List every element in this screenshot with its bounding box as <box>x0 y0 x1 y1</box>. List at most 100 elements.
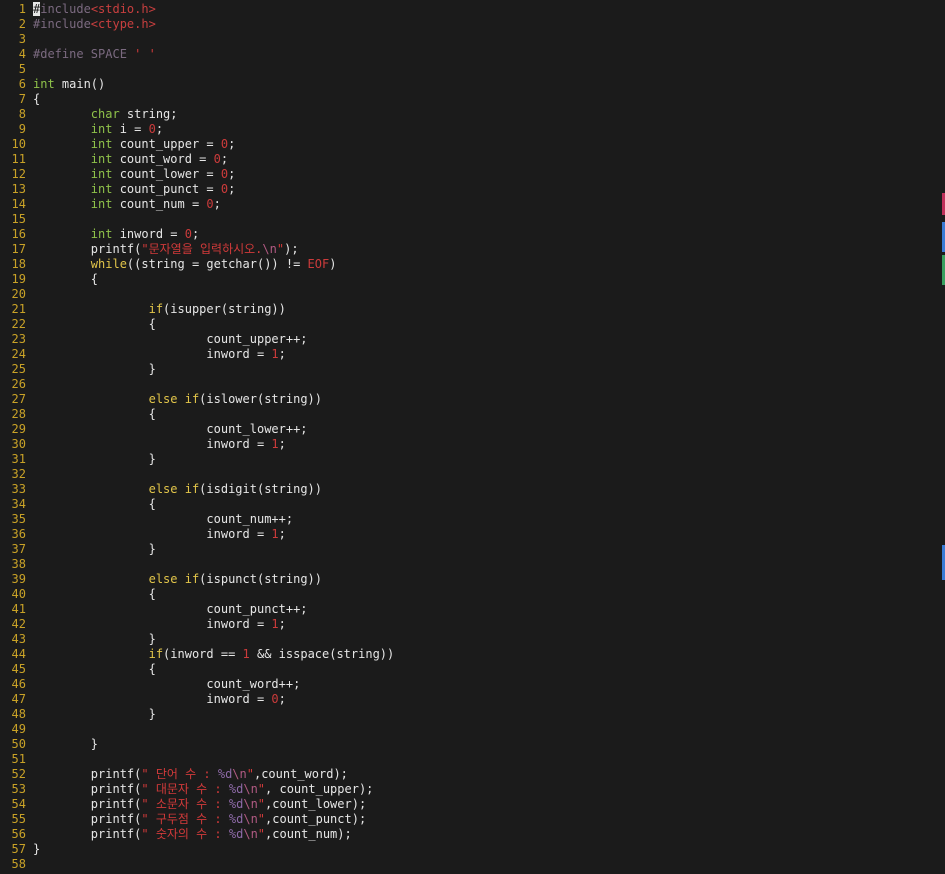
code-line[interactable]: 37 } <box>0 542 945 557</box>
line-code[interactable]: inword = 1; <box>33 527 286 541</box>
code-line[interactable]: 20 <box>0 287 945 302</box>
line-code[interactable]: else if(isdigit(string)) <box>33 482 322 496</box>
code-line[interactable]: 55 printf(" 구두점 수 : %d\n",count_punct); <box>0 812 945 827</box>
code-line[interactable]: 27 else if(islower(string)) <box>0 392 945 407</box>
code-line[interactable]: 17 printf("문자열을 입력하시오.\n"); <box>0 242 945 257</box>
line-code[interactable]: inword = 1; <box>33 437 286 451</box>
code-line[interactable]: 10 int count_upper = 0; <box>0 137 945 152</box>
line-code[interactable]: inword = 0; <box>33 692 286 706</box>
line-code[interactable]: printf(" 숫자의 수 : %d\n",count_num); <box>33 827 352 841</box>
code-line[interactable]: 43 } <box>0 632 945 647</box>
code-line[interactable]: 4 #define SPACE ' ' <box>0 47 945 62</box>
line-code[interactable]: inword = 1; <box>33 347 286 361</box>
line-code[interactable]: else if(islower(string)) <box>33 392 322 406</box>
code-line[interactable]: 7{ <box>0 92 945 107</box>
code-line[interactable]: 44 if(inword == 1 && isspace(string)) <box>0 647 945 662</box>
line-code[interactable]: if(inword == 1 && isspace(string)) <box>33 647 395 661</box>
line-code[interactable]: count_upper++; <box>33 332 307 346</box>
line-code[interactable]: count_word++; <box>33 677 300 691</box>
line-code[interactable]: { <box>33 92 40 106</box>
code-line[interactable]: 16 int inword = 0; <box>0 227 945 242</box>
line-code[interactable]: int inword = 0; <box>33 227 199 241</box>
code-line[interactable]: 11 int count_word = 0; <box>0 152 945 167</box>
line-code[interactable]: else if(ispunct(string)) <box>33 572 322 586</box>
code-line[interactable]: 18 while((string = getchar()) != EOF) <box>0 257 945 272</box>
line-code[interactable]: { <box>33 272 98 286</box>
line-code[interactable]: { <box>33 662 156 676</box>
code-line[interactable]: 39 else if(ispunct(string)) <box>0 572 945 587</box>
line-code[interactable]: } <box>33 542 156 556</box>
code-editor[interactable]: 1 #include<stdio.h> 2 #include<ctype.h> 3 4 #d… <box>0 2 945 872</box>
code-line[interactable]: 32 <box>0 467 945 482</box>
line-code[interactable]: } <box>33 842 40 856</box>
code-line[interactable]: 48 } <box>0 707 945 722</box>
line-code[interactable]: count_punct++; <box>33 602 307 616</box>
code-line[interactable]: 3 <box>0 32 945 47</box>
code-line[interactable]: 50 } <box>0 737 945 752</box>
line-code[interactable]: { <box>33 497 156 511</box>
code-line[interactable]: 14 int count_num = 0; <box>0 197 945 212</box>
code-line[interactable]: 13 int count_punct = 0; <box>0 182 945 197</box>
line-code[interactable]: #define SPACE ' ' <box>33 47 156 61</box>
code-line[interactable]: 52 printf(" 단어 수 : %d\n",count_word); <box>0 767 945 782</box>
line-code[interactable]: count_num++; <box>33 512 293 526</box>
code-line[interactable]: 12 int count_lower = 0; <box>0 167 945 182</box>
line-code[interactable]: int i = 0; <box>33 122 163 136</box>
line-code[interactable]: while((string = getchar()) != EOF) <box>33 257 337 271</box>
code-line[interactable]: 45 { <box>0 662 945 677</box>
code-line[interactable]: 25 } <box>0 362 945 377</box>
code-line[interactable]: 9 int i = 0; <box>0 122 945 137</box>
line-code[interactable]: int count_lower = 0; <box>33 167 236 181</box>
code-line[interactable]: 24 inword = 1; <box>0 347 945 362</box>
line-code[interactable]: #include<ctype.h> <box>33 17 156 31</box>
code-line[interactable]: 31 } <box>0 452 945 467</box>
code-line[interactable]: 57} <box>0 842 945 857</box>
line-code[interactable]: printf(" 대문자 수 : %d\n", count_upper); <box>33 782 374 796</box>
line-code[interactable]: { <box>33 587 156 601</box>
line-code[interactable]: printf("문자열을 입력하시오.\n"); <box>33 242 299 256</box>
code-line[interactable]: 19 { <box>0 272 945 287</box>
line-code[interactable]: } <box>33 362 156 376</box>
code-line[interactable]: 42 inword = 1; <box>0 617 945 632</box>
code-line[interactable]: 21 if(isupper(string)) <box>0 302 945 317</box>
line-code[interactable]: } <box>33 737 98 751</box>
line-code[interactable]: { <box>33 407 156 421</box>
line-code[interactable]: } <box>33 707 156 721</box>
code-line[interactable]: 49 <box>0 722 945 737</box>
code-line[interactable]: 47 inword = 0; <box>0 692 945 707</box>
code-line[interactable]: 6 int main() <box>0 77 945 92</box>
line-code[interactable]: int main() <box>33 77 105 91</box>
code-line[interactable]: 58 <box>0 857 945 872</box>
line-code[interactable]: printf(" 단어 수 : %d\n",count_word); <box>33 767 348 781</box>
code-line[interactable]: 51 <box>0 752 945 767</box>
code-line[interactable]: 1 #include<stdio.h> <box>0 2 945 17</box>
code-line[interactable]: 35 count_num++; <box>0 512 945 527</box>
line-code[interactable]: printf(" 소문자 수 : %d\n",count_lower); <box>33 797 366 811</box>
line-code[interactable]: int count_word = 0; <box>33 152 228 166</box>
code-line[interactable]: 23 count_upper++; <box>0 332 945 347</box>
code-line[interactable]: 56 printf(" 숫자의 수 : %d\n",count_num); <box>0 827 945 842</box>
code-line[interactable]: 2 #include<ctype.h> <box>0 17 945 32</box>
line-code[interactable]: } <box>33 632 156 646</box>
code-line[interactable]: 53 printf(" 대문자 수 : %d\n", count_upper); <box>0 782 945 797</box>
code-line[interactable]: 5 <box>0 62 945 77</box>
line-code[interactable]: if(isupper(string)) <box>33 302 286 316</box>
code-line[interactable]: 15 <box>0 212 945 227</box>
line-code[interactable]: } <box>33 452 156 466</box>
code-line[interactable]: 30 inword = 1; <box>0 437 945 452</box>
line-code[interactable]: { <box>33 317 156 331</box>
line-code[interactable]: int count_num = 0; <box>33 197 221 211</box>
line-code[interactable]: char string; <box>33 107 178 121</box>
line-code[interactable]: inword = 1; <box>33 617 286 631</box>
code-line[interactable]: 41 count_punct++; <box>0 602 945 617</box>
code-line[interactable]: 36 inword = 1; <box>0 527 945 542</box>
code-line[interactable]: 28 { <box>0 407 945 422</box>
code-line[interactable]: 38 <box>0 557 945 572</box>
code-line[interactable]: 29 count_lower++; <box>0 422 945 437</box>
code-line[interactable]: 22 { <box>0 317 945 332</box>
line-code[interactable]: count_lower++; <box>33 422 307 436</box>
line-code[interactable]: int count_punct = 0; <box>33 182 236 196</box>
code-line[interactable]: 54 printf(" 소문자 수 : %d\n",count_lower); <box>0 797 945 812</box>
code-line[interactable]: 40 { <box>0 587 945 602</box>
line-code[interactable]: #include<stdio.h> <box>33 2 156 16</box>
